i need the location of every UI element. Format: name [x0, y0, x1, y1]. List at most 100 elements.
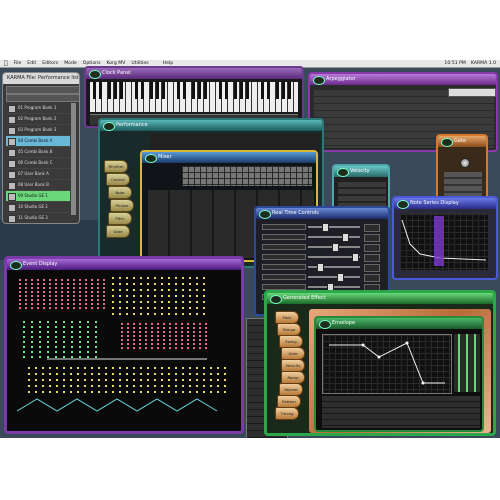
tab-note[interactable]: Note: [108, 186, 132, 199]
list-item[interactable]: 11 Studio GE 3: [6, 213, 70, 223]
event-display-titlebar[interactable]: Event Display: [7, 259, 241, 270]
main-list-scrollbar[interactable]: [71, 103, 76, 215]
gate-titlebar[interactable]: Gate: [438, 136, 486, 147]
envelope-table: [322, 396, 480, 428]
mixer-titlebar[interactable]: Mixer: [142, 152, 316, 163]
slider-row: [262, 243, 388, 252]
karma-logo-icon: [319, 320, 331, 329]
tab-pitch[interactable]: Pitch: [108, 212, 132, 225]
tab-timing[interactable]: Timing: [275, 407, 299, 420]
slider-track[interactable]: [308, 286, 360, 288]
slider-value: [364, 224, 380, 232]
gate-knob[interactable]: [460, 158, 470, 168]
menu-editors[interactable]: Editors: [42, 60, 58, 67]
karma-logo-icon: [103, 122, 115, 131]
slider-row: [262, 273, 388, 282]
slider-track[interactable]: [308, 276, 360, 278]
list-item[interactable]: 02 Program Bank 2: [6, 114, 70, 125]
karma-logo-icon: [270, 295, 282, 304]
karma-logo-icon: [145, 154, 157, 163]
right-side-tabs: Main Tempo Swing Gate Velocity Ramp Repe…: [275, 311, 305, 431]
karma-logo-icon: [10, 261, 22, 270]
slider-value: [364, 254, 380, 262]
envelope-titlebar[interactable]: Envelope: [316, 318, 482, 329]
window-main-list[interactable]: KARMA File: Performance list 01 Program …: [2, 72, 80, 224]
arpeggiator-titlebar[interactable]: Arpeggiator: [310, 74, 496, 85]
performance-titlebar[interactable]: Performance: [100, 120, 322, 131]
karma-logo-icon: [259, 210, 271, 219]
event-display-title: Event Display: [23, 261, 58, 267]
slider-track[interactable]: [308, 226, 360, 228]
menu-mode[interactable]: Mode: [64, 60, 77, 67]
menu-clock: 10:51 PM: [444, 61, 466, 66]
checkbox-icon[interactable]: [8, 171, 16, 179]
velocity-titlebar[interactable]: Velocity: [334, 166, 388, 177]
list-item[interactable]: 06 Combi Bank C: [6, 158, 70, 169]
slider-thumb[interactable]: [322, 223, 329, 232]
performance-title: Performance: [116, 122, 148, 128]
real-time-titlebar[interactable]: Real Time Controls: [256, 208, 388, 219]
slider-value: [364, 264, 380, 272]
clock-panel-titlebar[interactable]: Clock Panel: [86, 68, 302, 79]
envelope-curve: [329, 341, 445, 385]
slider-value: [364, 244, 380, 252]
window-gate[interactable]: Gate: [436, 134, 488, 202]
slider-label: [262, 264, 306, 270]
generated-effect-titlebar[interactable]: Generated Effect: [267, 293, 493, 304]
checkbox-icon[interactable]: [8, 127, 16, 135]
list-item[interactable]: 08 User Bank B: [6, 180, 70, 191]
slider-thumb[interactable]: [317, 263, 324, 272]
list-item[interactable]: 10 Studio GE 2: [6, 202, 70, 213]
background-track-list: [0, 220, 110, 260]
list-item[interactable]: 04 Combi Bank A: [6, 136, 70, 147]
note-series-graph[interactable]: [400, 214, 488, 270]
list-item[interactable]: 05 Combi Bank B: [6, 147, 70, 158]
slider-thumb[interactable]: [332, 243, 339, 252]
slider-label: [262, 254, 306, 260]
menu-app-name[interactable]: KARMA 1.0: [471, 60, 496, 67]
checkbox-icon[interactable]: [8, 116, 16, 124]
menu-edit[interactable]: Edit: [27, 60, 36, 67]
checkbox-icon[interactable]: [8, 215, 16, 223]
mixer-title: Mixer: [158, 154, 172, 160]
tab-rhythm[interactable]: Rhythm: [104, 160, 128, 173]
tab-control[interactable]: Control: [106, 173, 130, 186]
slider-track[interactable]: [308, 266, 360, 268]
checkbox-icon[interactable]: [8, 138, 16, 146]
slider-track[interactable]: [308, 236, 360, 238]
slider-label: [262, 244, 306, 250]
menu-file[interactable]: File: [14, 60, 22, 67]
tab-phrase[interactable]: Phrase: [110, 199, 134, 212]
checkbox-icon[interactable]: [8, 149, 16, 157]
list-item[interactable]: 03 Program Bank 3: [6, 125, 70, 136]
checkbox-icon[interactable]: [8, 182, 16, 190]
slider-label: [262, 234, 306, 240]
apple-menu-icon[interactable]: : [4, 60, 8, 67]
tab-gate[interactable]: Gate: [106, 225, 130, 238]
note-series-titlebar[interactable]: Note Series Display: [394, 198, 496, 209]
slider-thumb[interactable]: [342, 233, 349, 242]
arpeggiator-dropdown[interactable]: [448, 88, 496, 97]
event-grid[interactable]: [7, 271, 241, 431]
window-event-display[interactable]: Event Display: [4, 256, 244, 434]
checkbox-icon[interactable]: [8, 160, 16, 168]
mixer-grid[interactable]: [182, 166, 312, 186]
window-envelope[interactable]: Envelope: [314, 316, 484, 432]
slider-thumb[interactable]: [352, 253, 359, 262]
main-list-titlebar[interactable]: KARMA File: Performance list: [3, 73, 79, 84]
note-series-curve: [401, 216, 487, 266]
left-side-tabs: Rhythm Control Note Phrase Pitch Gate: [100, 160, 134, 260]
list-item[interactable]: 01 Program Bank 1: [6, 103, 70, 114]
checkbox-icon[interactable]: [8, 193, 16, 201]
list-item[interactable]: 07 User Bank A: [6, 169, 70, 180]
envelope-graph[interactable]: [322, 334, 452, 394]
envelope-title: Envelope: [332, 320, 356, 326]
window-note-series-display[interactable]: Note Series Display: [392, 196, 498, 280]
slider-thumb[interactable]: [337, 273, 344, 282]
karma-logo-icon: [397, 200, 409, 209]
list-item[interactable]: 09 Studio GE 1: [6, 191, 70, 202]
slider-row: [262, 233, 388, 242]
checkbox-icon[interactable]: [8, 204, 16, 212]
checkbox-icon[interactable]: [8, 105, 16, 113]
slider-label: [262, 274, 306, 280]
